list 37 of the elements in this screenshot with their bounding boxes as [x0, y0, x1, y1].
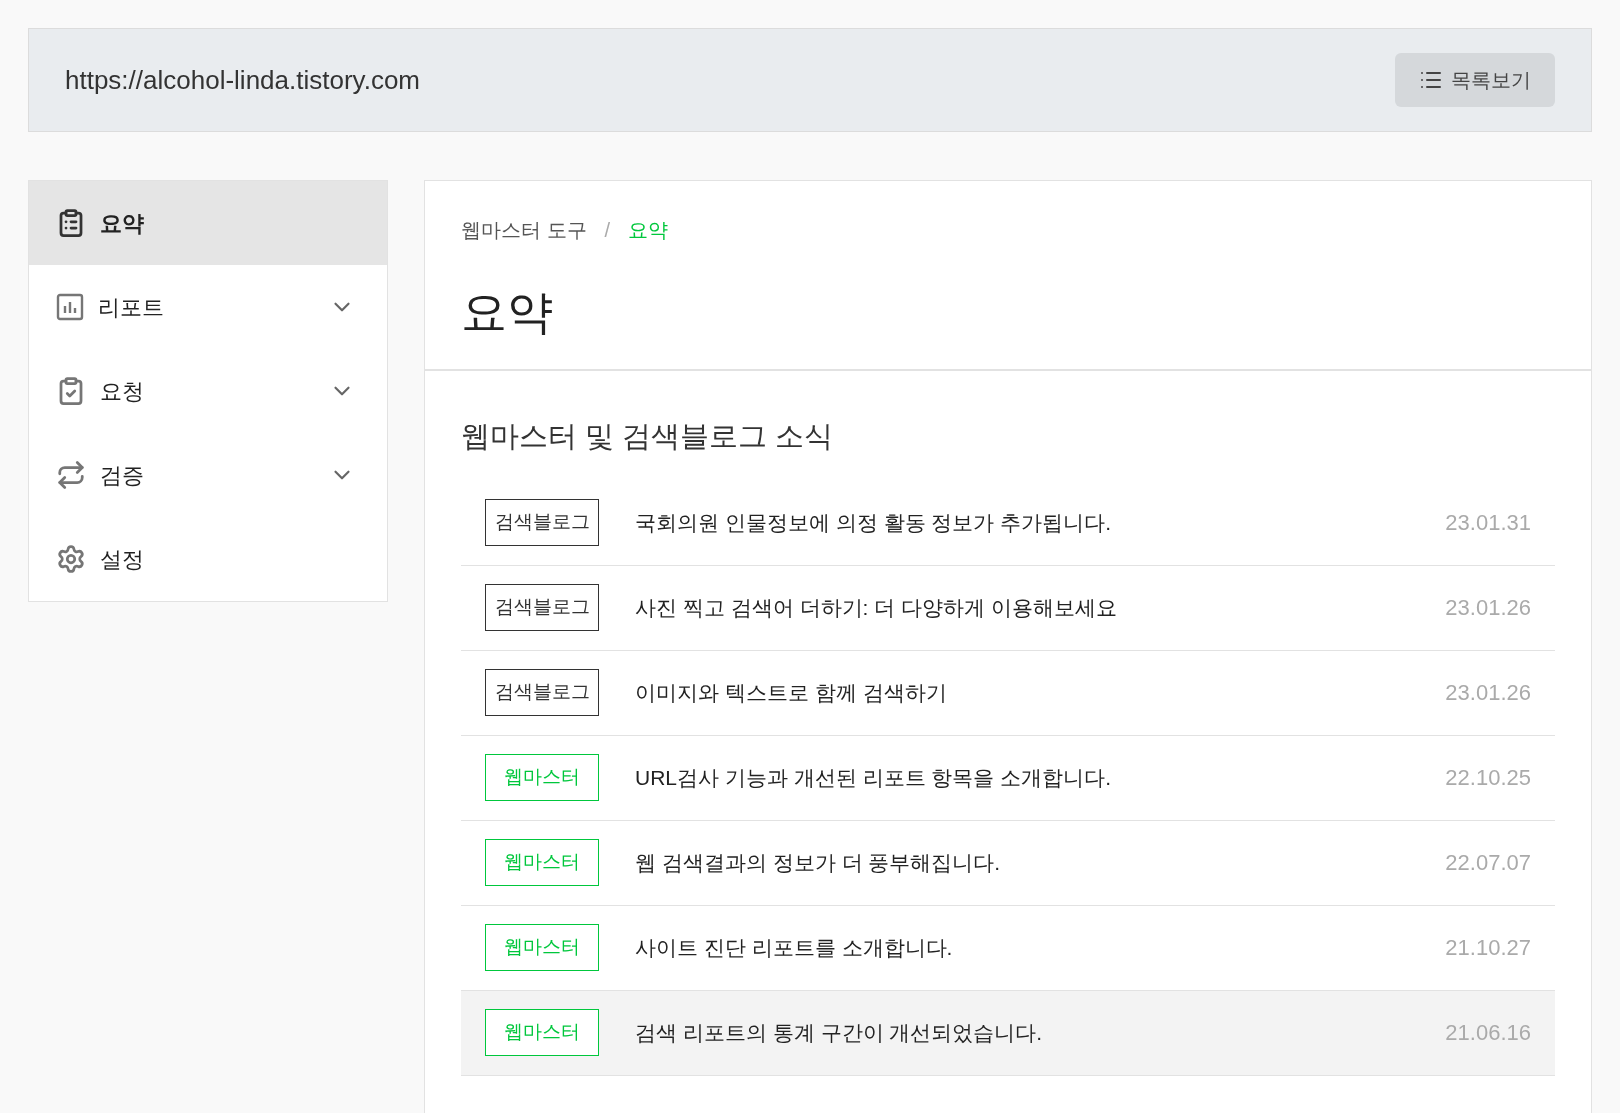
news-date: 23.01.31 — [1445, 509, 1531, 537]
sidebar-label: 요약 — [100, 209, 145, 238]
news-row[interactable]: 웹마스터 검색 리포트의 통계 구간이 개선되었습니다. 21.06.16 — [461, 990, 1555, 1076]
page-title: 요약 — [461, 289, 554, 335]
news-title[interactable]: URL검사 기능과 개선된 리포트 항목을 소개합니다. — [635, 761, 1446, 794]
news-title[interactable]: 국회의원 인물정보에 의정 활동 정보가 추가됩니다. — [635, 506, 1446, 539]
breadcrumb-separator: / — [604, 218, 611, 243]
news-date: 22.07.07 — [1445, 849, 1531, 877]
breadcrumb-link[interactable]: 웹마스터 도구 — [461, 215, 587, 245]
news-date: 21.10.27 — [1445, 934, 1531, 962]
sidebar-item[interactable]: 요약 — [29, 181, 387, 265]
category-tag: 웹마스터 — [485, 839, 599, 886]
section-heading: 웹마스터 및 검색블로그 소식 — [461, 419, 835, 454]
news-date: 23.01.26 — [1445, 594, 1531, 622]
news-title[interactable]: 사이트 진단 리포트를 소개합니다. — [635, 931, 1446, 964]
category-tag: 검색블로그 — [485, 499, 599, 546]
sidebar-label: 리포트 — [98, 293, 165, 322]
news-date: 22.10.25 — [1445, 764, 1531, 792]
category-tag: 검색블로그 — [485, 584, 599, 631]
news-title[interactable]: 이미지와 텍스트로 함께 검색하기 — [635, 676, 1446, 709]
settings-icon — [56, 544, 86, 574]
news-title[interactable]: 웹 검색결과의 정보가 더 풍부해집니다. — [635, 846, 1446, 879]
bar-chart-icon — [56, 293, 84, 321]
list-view-button[interactable]: 목록보기 — [1395, 53, 1555, 107]
news-title[interactable]: 사진 찍고 검색어 더하기: 더 다양하게 이용해보세요 — [635, 591, 1446, 624]
news-date: 21.06.16 — [1445, 1019, 1531, 1047]
category-tag: 웹마스터 — [485, 1009, 599, 1056]
category-tag: 웹마스터 — [485, 924, 599, 971]
category-tag: 웹마스터 — [485, 754, 599, 801]
site-url: https://alcohol-linda.tistory.com — [65, 63, 420, 97]
repeat-arrows-icon — [56, 460, 86, 490]
sidebar-label: 요청 — [100, 377, 145, 406]
sidebar-label: 설정 — [100, 545, 145, 574]
sidebar-label: 검증 — [100, 461, 145, 490]
news-date: 23.01.26 — [1445, 679, 1531, 707]
category-tag: 검색블로그 — [485, 669, 599, 716]
news-title[interactable]: 검색 리포트의 통계 구간이 개선되었습니다. — [635, 1016, 1446, 1049]
